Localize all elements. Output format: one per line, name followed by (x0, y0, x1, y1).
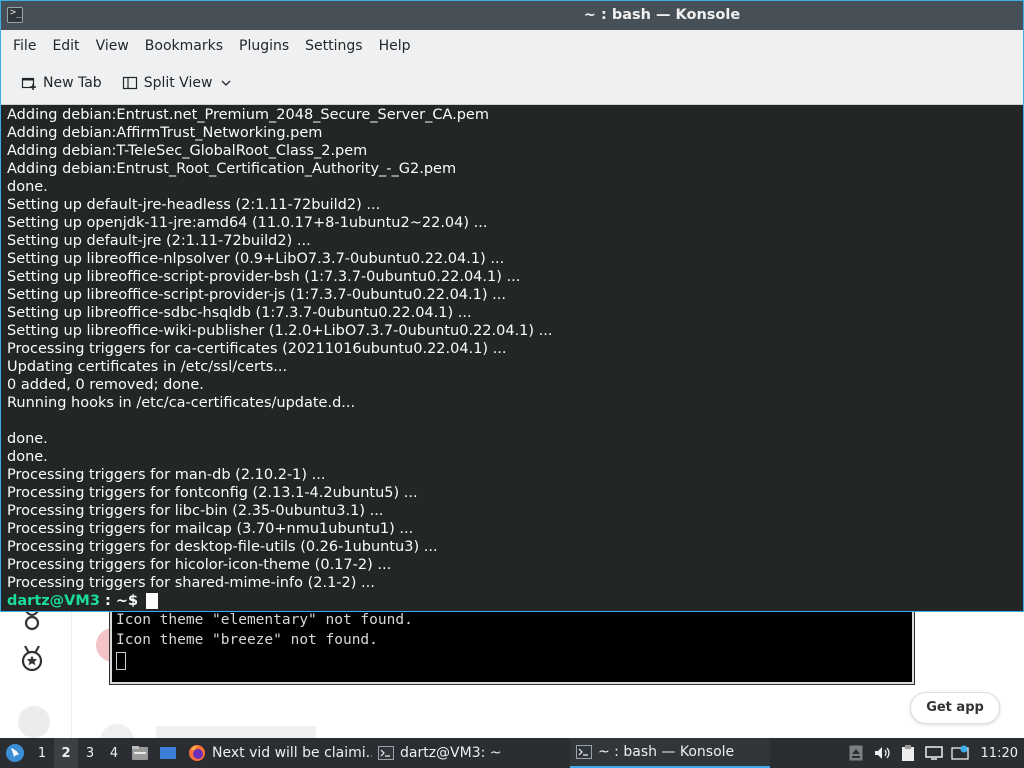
eject-icon[interactable] (845, 738, 867, 768)
kubuntu-icon (6, 744, 24, 762)
background-terminal: Icon theme "elementary" not found. Icon … (109, 603, 915, 685)
avatar-placeholder (18, 706, 50, 738)
terminal-line: Processing triggers for hicolor-icon-the… (7, 557, 392, 573)
toolbar: New Tab Split View (1, 61, 1023, 105)
title-bar[interactable]: >_ ~ : bash — Konsole (1, 1, 1023, 30)
window-title: ~ : bash — Konsole (583, 7, 741, 23)
network-icon[interactable] (923, 738, 945, 768)
terminal-line: Setting up libreoffice-sdbc-hsqldb (1:7.… (7, 305, 472, 321)
prompt-user: dartz@VM3 (7, 593, 100, 609)
file-manager-launcher[interactable] (126, 738, 154, 768)
terminal-line: Adding debian:T-TeleSec_GlobalRoot_Class… (7, 143, 368, 159)
terminal-line: done. (7, 431, 48, 447)
terminal-line: Setting up libreoffice-wiki-publisher (1… (7, 323, 553, 339)
split-view-icon (122, 76, 137, 89)
terminal-prompt[interactable]: dartz@VM3 : ~$ (7, 592, 1023, 610)
split-view-label: Split View (143, 74, 213, 91)
terminal-line: Adding debian:AffirmTrust_Networking.pem (7, 125, 323, 141)
menu-help[interactable]: Help (371, 38, 419, 54)
taskbar: 1 2 3 4 Next vid will be claimi... dartz… (0, 738, 1024, 768)
desktop-2[interactable]: 2 (54, 738, 78, 768)
menu-edit[interactable]: Edit (44, 38, 87, 54)
konsole-window: >_ ~ : bash — Konsole File Edit View Boo… (0, 0, 1024, 612)
menu-settings[interactable]: Settings (297, 38, 370, 54)
desktop-icon (160, 747, 176, 759)
terminal-icon (378, 746, 394, 760)
clipboard-icon[interactable] (897, 738, 919, 768)
terminal-line: Processing triggers for desktop-file-uti… (7, 539, 438, 555)
task-konsole[interactable]: ~ : bash — Konsole (570, 738, 770, 768)
terminal-line: Processing triggers for man-db (2.10.2-1… (7, 467, 326, 483)
task-label: dartz@VM3: ~ (400, 745, 502, 761)
terminal-line: Processing triggers for libc-bin (2.35-0… (7, 503, 384, 519)
terminal-line: Running hooks in /etc/ca-certificates/up… (7, 395, 356, 411)
split-view-button[interactable]: Split View (122, 75, 239, 91)
terminal-output[interactable]: Adding debian:Entrust.net_Premium_2048_S… (1, 105, 1023, 611)
menu-file[interactable]: File (5, 38, 44, 54)
terminal-line: Processing triggers for mailcap (3.70+nm… (7, 521, 414, 537)
updates-icon[interactable] (949, 738, 971, 768)
system-tray: 11:20 (843, 738, 1024, 768)
terminal-line: Adding debian:Entrust.net_Premium_2048_S… (7, 107, 489, 123)
terminal-line: Setting up default-jre-headless (2:1.11-… (7, 197, 381, 213)
terminal-line: 0 added, 0 removed; done. (7, 377, 204, 393)
new-tab-label: New Tab (43, 74, 102, 91)
task-terminal[interactable]: dartz@VM3: ~ (372, 738, 570, 768)
chevron-down-icon[interactable] (220, 77, 232, 89)
desktop-1[interactable]: 1 (30, 738, 54, 768)
terminal-line: Processing triggers for ca-certificates … (7, 341, 507, 357)
terminal-line: Processing triggers for shared-mime-info… (7, 575, 375, 591)
terminal-line: done. (7, 449, 48, 465)
terminal-line: Adding debian:Entrust_Root_Certification… (7, 161, 457, 177)
firefox-icon (189, 745, 205, 761)
menu-plugins[interactable]: Plugins (231, 38, 297, 54)
show-desktop-button[interactable] (154, 738, 182, 768)
get-app-button[interactable]: Get app (910, 692, 1000, 724)
terminal-line: Setting up openjdk-11-jre:amd64 (11.0.17… (7, 215, 488, 231)
terminal-line: Setting up libreoffice-script-provider-b… (7, 269, 521, 285)
terminal-line: Processing triggers for fontconfig (2.13… (7, 485, 418, 501)
folder-icon (132, 746, 148, 760)
new-tab-icon (21, 77, 36, 90)
menu-bar: File Edit View Bookmarks Plugins Setting… (1, 30, 1023, 61)
desktop-3[interactable]: 3 (78, 738, 102, 768)
terminal-line: Setting up libreoffice-script-provider-j… (7, 287, 506, 303)
volume-icon[interactable] (871, 738, 893, 768)
clock[interactable]: 11:20 (981, 746, 1018, 761)
background-terminal-line: Icon theme "breeze" not found. (116, 632, 378, 648)
terminal-line: Updating certificates in /etc/ssl/certs.… (7, 359, 288, 375)
terminal-icon (576, 745, 592, 759)
new-tab-button[interactable]: New Tab (21, 75, 102, 91)
terminal-cursor (146, 593, 159, 609)
text-placeholder (156, 726, 316, 738)
background-terminal-line: Icon theme "elementary" not found. (116, 612, 413, 628)
task-firefox[interactable]: Next vid will be claimi... (182, 738, 372, 768)
menu-bookmarks[interactable]: Bookmarks (137, 38, 231, 54)
terminal-line: Setting up libreoffice-nlpsolver (0.9+Li… (7, 251, 505, 267)
desktop-4[interactable]: 4 (102, 738, 126, 768)
background-terminal-cursor (116, 650, 908, 670)
menu-view[interactable]: View (88, 38, 137, 54)
medal-icon[interactable] (18, 644, 46, 672)
terminal-line: Setting up default-jre (2:1.11-72build2)… (7, 233, 311, 249)
prompt-path: : ~$ (99, 593, 139, 609)
application-launcher[interactable] (0, 738, 30, 768)
task-label: ~ : bash — Konsole (598, 744, 735, 760)
terminal-line: done. (7, 179, 48, 195)
task-label: Next vid will be claimi... (212, 745, 372, 761)
